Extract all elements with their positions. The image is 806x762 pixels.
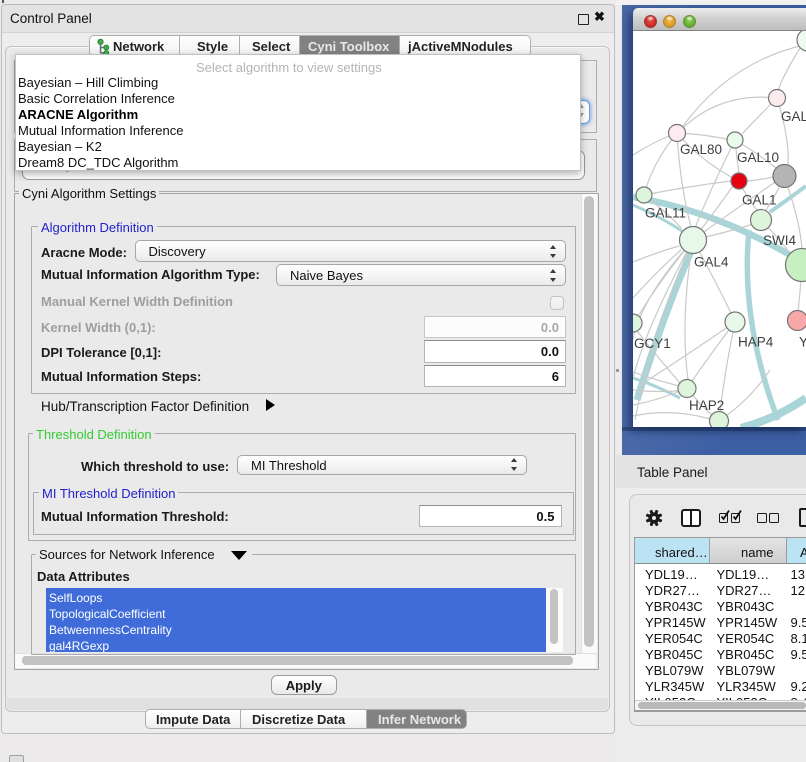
svg-text:GAL4: GAL4 xyxy=(694,255,729,270)
svg-text:GAL2: GAL2 xyxy=(781,109,806,124)
svg-text:YM: YM xyxy=(799,335,806,350)
svg-text:HAP2: HAP2 xyxy=(689,398,724,413)
svg-text:GCY1: GCY1 xyxy=(634,336,671,351)
svg-text:GAL10: GAL10 xyxy=(737,150,779,165)
svg-text:SWI4: SWI4 xyxy=(763,233,796,248)
svg-text:GAL1: GAL1 xyxy=(742,193,777,208)
svg-text:GAL80: GAL80 xyxy=(680,142,722,157)
svg-text:GAL11: GAL11 xyxy=(645,206,686,221)
svg-text:HAP4: HAP4 xyxy=(738,335,774,350)
